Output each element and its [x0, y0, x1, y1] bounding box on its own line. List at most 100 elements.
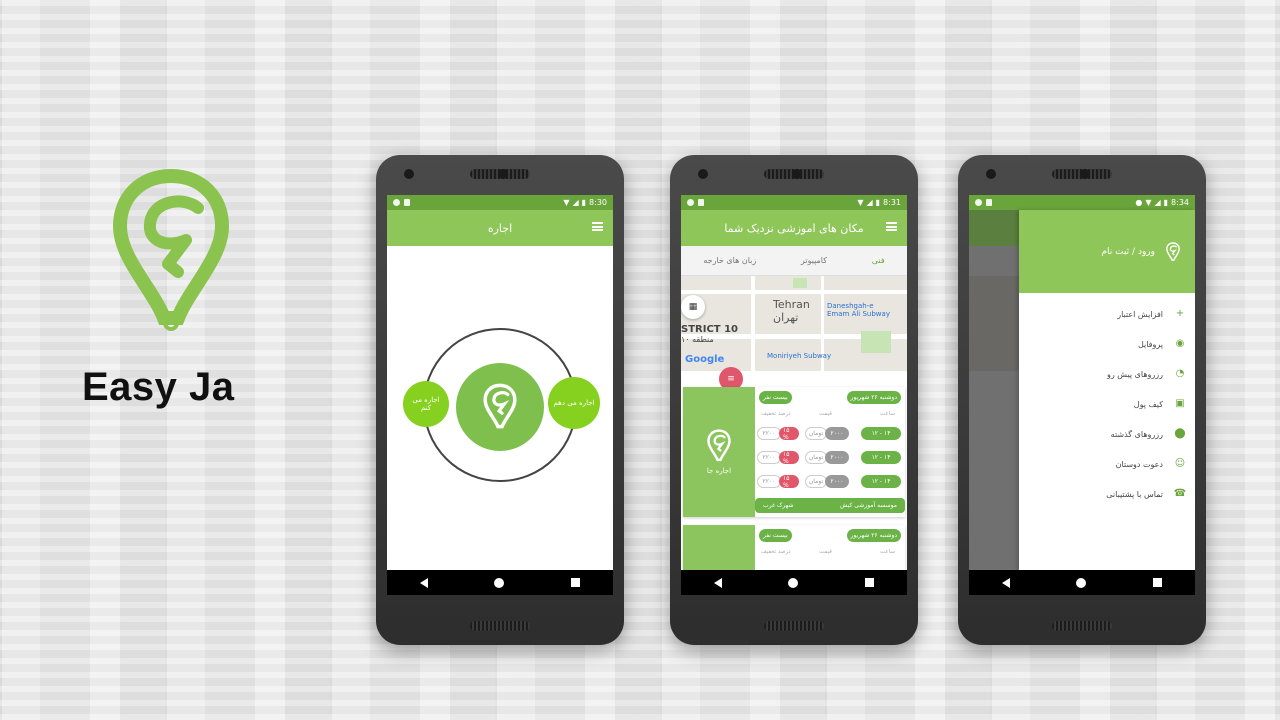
district-en: STRICT 10 [681, 324, 739, 335]
header-time: ساعت [880, 549, 895, 555]
menu-item-label: کیف پول [1133, 399, 1163, 409]
date-badge: دوشنبه ۲۶ شهریور [846, 529, 901, 542]
header-price: قیمت [819, 411, 832, 417]
list-view-button[interactable]: ▦ [681, 295, 705, 319]
wifi-icon: ▼ [857, 198, 864, 207]
card-logo-panel: اجاره جا [683, 387, 755, 517]
rent-in-button[interactable]: اجاره می کنم [403, 381, 449, 427]
card-content: بیست نفر دوشنبه ۲۶ شهریور درصد تخفیف قیم… [755, 387, 905, 517]
login-register-link[interactable]: ورود / ثبت نام [1101, 247, 1155, 257]
phone-drawer-screen: ● ▼ ◢ ▮ 8:34 ورود / ثبت نام افزایش اعتبا… [958, 155, 1206, 645]
phone-places-screen: ▼ ◢ ▮ 8:31 مکان های اموزشی نزدیک شما زبا… [670, 155, 918, 645]
tab-technical[interactable]: فنی [872, 256, 885, 265]
menu-icon[interactable] [592, 222, 603, 231]
status-bar: ▼ ◢ ▮ 8:30 [387, 195, 613, 210]
drawer-header[interactable]: ورود / ثبت نام [1019, 210, 1195, 293]
back-icon[interactable] [714, 577, 723, 588]
app-bar: اجاره [387, 210, 613, 246]
signal-icon: ◢ [572, 198, 579, 207]
menu-item-profile[interactable]: پروفایل ◉ [1019, 329, 1195, 359]
time-chip[interactable]: ۱۲ - ۱۴ [861, 427, 901, 440]
map-road [751, 276, 755, 371]
smile-icon: ☺ [1174, 458, 1186, 469]
place-card[interactable]: اجاره جا بیست نفر دوشنبه ۲۶ شهریور درصد … [683, 387, 905, 517]
card-logo-text: اجاره جا [706, 467, 732, 475]
notification-icon [975, 199, 982, 206]
drawer-menu: افزایش اعتبار + پروفایل ◉ رزروهای پیش رو… [1019, 293, 1195, 509]
logo-icon [483, 383, 517, 429]
map-view[interactable]: Tehran تهران STRICT 10 منطقه ۱۰ Daneshga… [681, 276, 907, 371]
price-chip[interactable]: ۲۰۰۰ [825, 475, 849, 488]
menu-item-label: رزروهای پیش رو [1106, 369, 1163, 379]
profile-icon: ◉ [1175, 338, 1185, 349]
recents-icon[interactable] [1152, 578, 1162, 587]
rent-out-button[interactable]: اجاره می دهم [548, 377, 600, 429]
status-icons: ● ▼ ◢ ▮ 8:34 [1135, 198, 1189, 207]
menu-item-past-bookings[interactable]: رزروهای گذشته ⬤ [1019, 419, 1195, 449]
discount-chip: ۱۵ % [779, 475, 799, 489]
discount-chip: ۱۵ % [779, 427, 799, 441]
front-camera [792, 169, 802, 179]
menu-item-label: افزایش اعتبار [1117, 309, 1163, 319]
time-chip[interactable]: ۱۲ - ۱۴ [861, 475, 901, 488]
home-icon[interactable] [788, 577, 799, 588]
header-price: قیمت [819, 549, 832, 555]
location-status-icon: ● [1135, 198, 1143, 207]
status-bar: ▼ ◢ ▮ 8:31 [681, 195, 907, 210]
page-title: اجاره [487, 221, 513, 235]
currency-chip: تومان [805, 427, 827, 440]
price-chip[interactable]: ۲۰۰۰ [825, 427, 849, 440]
tab-languages[interactable]: زبان های خارجه [703, 256, 756, 265]
app-bar: مکان های اموزشی نزدیک شما [681, 210, 907, 246]
sd-card-icon [986, 199, 992, 206]
old-price: ۲۲۰۰ [757, 451, 781, 464]
sd-card-icon [404, 199, 410, 206]
filter-icon: ≡ [727, 374, 735, 384]
system-nav-bar [681, 570, 907, 595]
old-price: ۲۲۰۰ [757, 475, 781, 488]
phone-rent-screen: ▼ ◢ ▮ 8:30 اجاره اجاره می کنم اجاره می د… [376, 155, 624, 645]
menu-item-contact-support[interactable]: تماس با پشتیبانی ☎ [1019, 479, 1195, 509]
tab-computer[interactable]: کامپیوتر [801, 256, 827, 265]
menu-icon[interactable] [886, 222, 897, 231]
logo-icon [1166, 241, 1180, 261]
home-icon[interactable] [494, 577, 505, 588]
header-discount: درصد تخفیف [761, 411, 791, 417]
front-camera [1080, 169, 1090, 179]
old-price: ۲۲۰۰ [757, 427, 781, 440]
menu-item-label: تماس با پشتیبانی [1106, 489, 1163, 499]
bottom-speaker [1052, 621, 1112, 631]
back-icon[interactable] [1002, 577, 1011, 588]
discount-chip: ۱۵ % [779, 451, 799, 465]
category-tabs: زبان های خارجه کامپیوتر فنی [681, 246, 907, 276]
menu-item-wallet[interactable]: کیف پول ▣ [1019, 389, 1195, 419]
price-chip[interactable]: ۲۰۰۰ [825, 451, 849, 464]
capacity-badge: بیست نفر [759, 391, 792, 404]
location-icon: ⬤ [1174, 428, 1186, 439]
back-icon[interactable] [420, 577, 429, 588]
dimmed-content[interactable] [969, 210, 1019, 570]
battery-icon: ▮ [1163, 198, 1169, 207]
screen: ▼ ◢ ▮ 8:31 مکان های اموزشی نزدیک شما زبا… [681, 195, 907, 595]
phone-icon: ☎ [1173, 488, 1187, 499]
capacity-badge: بیست نفر [759, 529, 792, 542]
menu-item-add-credit[interactable]: افزایش اعتبار + [1019, 299, 1195, 329]
recents-icon[interactable] [864, 578, 874, 587]
home-icon[interactable] [1076, 577, 1087, 588]
recents-icon[interactable] [570, 578, 580, 587]
date-badge: دوشنبه ۲۶ شهریور [846, 391, 901, 404]
city-en: Tehran [773, 298, 810, 311]
screen: ▼ ◢ ▮ 8:30 اجاره اجاره می کنم اجاره می د… [387, 195, 613, 595]
menu-item-invite-friends[interactable]: دعوت دوستان ☺ [1019, 449, 1195, 479]
system-nav-bar [969, 570, 1195, 595]
wallet-icon: ▣ [1175, 398, 1185, 409]
map-park [793, 278, 807, 288]
time-chip[interactable]: ۱۲ - ۱۴ [861, 451, 901, 464]
map-road [681, 290, 907, 294]
screen: ● ▼ ◢ ▮ 8:34 ورود / ثبت نام افزایش اعتبا… [969, 195, 1195, 595]
institute-place: شهرک غرب [763, 502, 794, 509]
bottom-speaker [764, 621, 824, 631]
center-logo-button[interactable] [456, 363, 544, 451]
menu-item-upcoming-bookings[interactable]: رزروهای پیش رو ◔ [1019, 359, 1195, 389]
institute-bar[interactable]: شهرک غرب موسسه آموزشی کیش [755, 498, 905, 513]
